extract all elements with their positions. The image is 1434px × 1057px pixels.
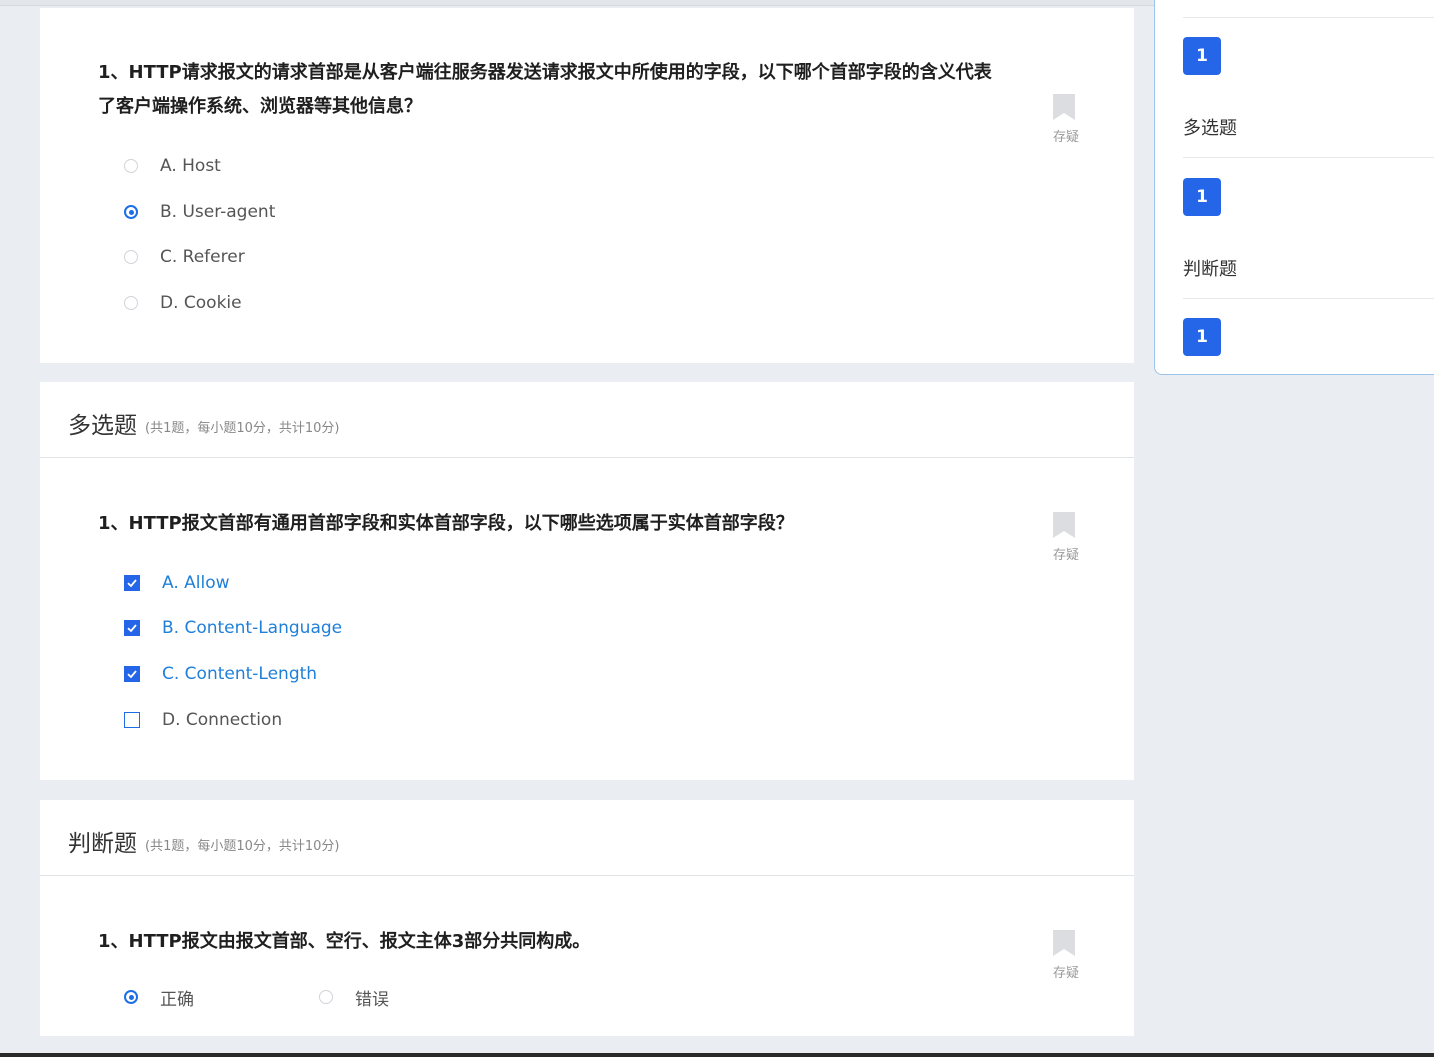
option-label: 正确 [160,989,194,1010]
radio-button[interactable] [124,159,138,173]
bottom-edge [0,1053,1434,1057]
checkbox-checked[interactable] [124,620,140,636]
option-b[interactable]: B. User-agent [124,200,275,224]
option-b[interactable]: B. Content-Language [124,616,342,640]
radio-button-selected[interactable] [124,990,138,1004]
answer-card-panel: 1 多选题 1 判断题 1 [1154,0,1434,375]
option-label: C. Referer [160,247,245,267]
checkbox-checked[interactable] [124,666,140,682]
option-label: B. User-agent [160,202,276,222]
radio-button[interactable] [124,296,138,310]
check-icon [127,670,137,679]
bookmark-label[interactable]: 存疑 [1048,544,1084,563]
option-label: A. Host [160,156,221,176]
section-title: 判断题 [68,831,137,857]
check-icon [127,624,137,633]
divider [1183,157,1434,158]
bookmark-icon[interactable] [1053,930,1075,956]
option-a[interactable]: A. Allow [124,571,230,595]
option-true[interactable]: 正确 [124,985,194,1010]
bookmark-icon[interactable] [1053,512,1075,538]
option-a[interactable]: A. Host [124,154,221,178]
section-header: 多选题 (共1题，每小题10分，共计10分) [40,382,1134,458]
option-label: D. Connection [162,710,283,730]
question-text: 1、HTTP报文由报文首部、空行、报文主体3部分共同构成。 [98,931,591,952]
single-choice-card: 1、HTTP请求报文的请求首部是从客户端往服务器发送请求报文中所使用的字段，以下… [40,8,1134,363]
question-text: 1、HTTP请求报文的请求首部是从客户端往服务器发送请求报文中所使用的字段，以下… [98,62,992,117]
option-label: 错误 [355,989,389,1010]
multi-choice-card: 多选题 (共1题，每小题10分，共计10分) 1、HTTP报文首部有通用首部字段… [40,382,1134,780]
option-false[interactable]: 错误 [319,985,389,1010]
option-label: C. Content-Length [162,664,318,684]
option-label: A. Allow [162,573,230,593]
section-subtitle: (共1题，每小题10分，共计10分) [145,839,340,854]
section-subtitle: (共1题，每小题10分，共计10分) [145,421,340,436]
bookmark-label[interactable]: 存疑 [1048,126,1084,145]
check-icon [127,579,137,588]
option-d[interactable]: D. Connection [124,708,282,732]
section-title: 多选题 [68,413,137,439]
question-nav-button[interactable]: 1 [1183,178,1221,216]
judge-card: 判断题 (共1题，每小题10分，共计10分) 1、HTTP报文由报文首部、空行、… [40,800,1134,1036]
question-text: 1、HTTP报文首部有通用首部字段和实体首部字段，以下哪些选项属于实体首部字段？ [98,513,794,534]
checkbox[interactable] [124,712,140,728]
bookmark-icon[interactable] [1053,94,1075,120]
option-c[interactable]: C. Content-Length [124,662,317,686]
panel-group-title: 多选题 [1183,118,1237,139]
radio-button[interactable] [124,250,138,264]
section-header: 判断题 (共1题，每小题10分，共计10分) [40,800,1134,876]
option-label: B. Content-Language [162,618,343,638]
option-d[interactable]: D. Cookie [124,291,242,315]
question-nav-button[interactable]: 1 [1183,37,1221,75]
radio-button[interactable] [319,990,333,1004]
checkbox-checked[interactable] [124,575,140,591]
panel-group-title: 判断题 [1183,259,1237,280]
question-nav-button[interactable]: 1 [1183,318,1221,356]
divider [1183,17,1434,18]
option-c[interactable]: C. Referer [124,245,245,269]
radio-button-selected[interactable] [124,205,138,219]
divider [1183,298,1434,299]
bookmark-label[interactable]: 存疑 [1048,962,1084,981]
option-label: D. Cookie [160,293,242,313]
